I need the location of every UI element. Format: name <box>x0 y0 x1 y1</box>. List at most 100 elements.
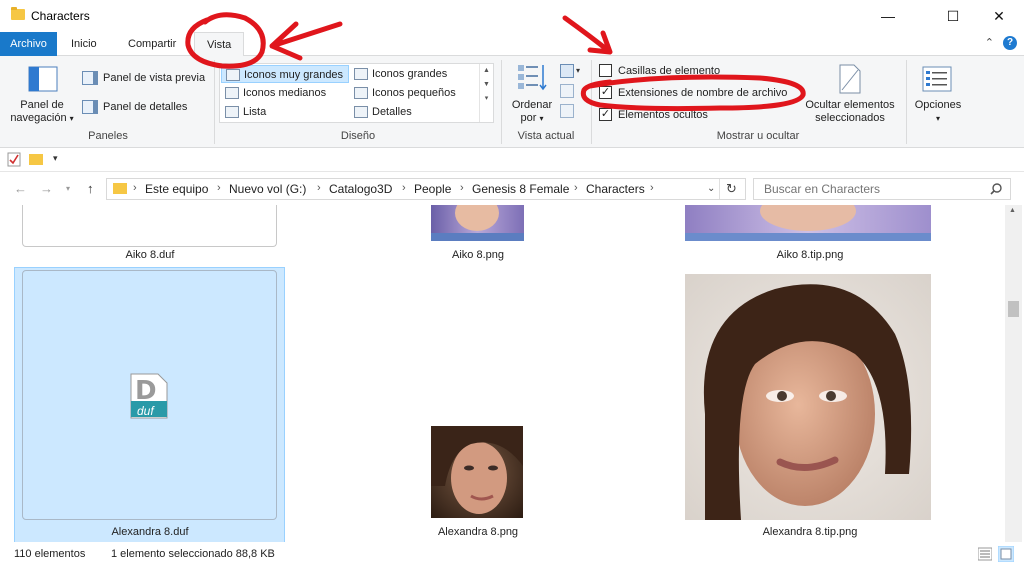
breadcrumb-this-pc[interactable]: Este equipo <box>145 182 208 196</box>
customize-toolbar-icon[interactable]: ▾ <box>53 153 58 164</box>
forward-arrow-icon[interactable]: → <box>40 181 53 196</box>
item-checkboxes-label: Casillas de elemento <box>618 64 721 77</box>
hide-selected-label-1: Ocultar elementos <box>805 99 895 111</box>
search-box[interactable] <box>753 178 1011 200</box>
group-label-show-hide: Mostrar u ocultar <box>716 130 800 142</box>
layout-details[interactable]: Detalles <box>350 103 478 121</box>
large-icons-view-icon[interactable] <box>998 546 1014 562</box>
maximize-button[interactable]: ☐ <box>930 0 976 32</box>
group-label-layout: Diseño <box>340 130 376 142</box>
options-button[interactable]: Opciones ▾ <box>906 99 970 125</box>
selection-info: 1 elemento seleccionado 88,8 KB <box>111 548 275 560</box>
preview-pane-button[interactable]: Panel de vista previa <box>82 71 205 85</box>
hidden-items-option[interactable]: ✓ Elementos ocultos <box>599 108 708 121</box>
layout-small-icons[interactable]: Iconos pequeños <box>350 84 478 102</box>
duf-badge-label: duf <box>137 404 154 418</box>
file-extensions-label: Extensiones de nombre de archivo <box>618 86 788 99</box>
navigation-pane-icon <box>28 66 58 92</box>
file-thumbnail[interactable] <box>22 205 277 247</box>
options-label: Opciones <box>914 99 962 111</box>
folder-icon <box>113 183 127 194</box>
aiko-png-thumbnail[interactable] <box>431 205 524 241</box>
ribbon-collapse-chevron-icon[interactable]: ⌃ <box>985 36 994 49</box>
file-name-alexandra-duf[interactable]: Alexandra 8.duf <box>20 526 280 538</box>
address-bar-row: ← → ▾ ↑ › Este equipo › Nuevo vol (G:) ›… <box>0 173 1024 205</box>
tab-view[interactable]: Vista <box>194 32 245 57</box>
hidden-items-checkbox[interactable]: ✓ <box>599 108 612 121</box>
refresh-icon[interactable]: ↻ <box>726 181 737 197</box>
breadcrumb-people[interactable]: People <box>414 182 451 196</box>
help-icon[interactable]: ? <box>1003 36 1017 50</box>
aiko-tip-thumbnail[interactable] <box>685 205 931 241</box>
breadcrumb-separator-icon[interactable]: › <box>460 182 464 194</box>
group-label-panes: Paneles <box>88 130 128 142</box>
minimize-button[interactable]: — <box>865 0 911 32</box>
properties-icon[interactable] <box>7 152 21 167</box>
group-separator <box>501 60 502 144</box>
search-icon[interactable] <box>990 183 1002 195</box>
add-columns-icon[interactable] <box>560 84 574 98</box>
layout-medium-icons[interactable]: Iconos medianos <box>221 84 349 102</box>
sort-by-button[interactable]: Ordenar por ▾ <box>504 99 560 125</box>
breadcrumb-genesis-8-female[interactable]: Genesis 8 Female <box>472 182 569 196</box>
scrollbar-thumb[interactable] <box>1008 301 1019 317</box>
preview-pane-icon <box>82 71 98 85</box>
breadcrumb-characters[interactable]: Characters <box>586 182 645 196</box>
breadcrumb-separator-icon[interactable]: › <box>133 182 137 194</box>
navigation-pane-button[interactable]: Panel de navegación ▾ <box>6 99 78 125</box>
alexandra-tip-thumbnail[interactable] <box>685 274 931 520</box>
breadcrumb-separator-icon[interactable]: › <box>217 182 221 194</box>
layout-large-icons[interactable]: Iconos grandes <box>350 65 478 83</box>
file-name-aiko-tip[interactable]: Aiko 8.tip.png <box>680 249 940 261</box>
breadcrumb-drive[interactable]: Nuevo vol (G:) <box>229 182 306 196</box>
hide-selected-label-2: seleccionados <box>815 112 885 124</box>
breadcrumb-catalogo3d[interactable]: Catalogo3D <box>329 182 392 196</box>
breadcrumb-separator-icon[interactable]: › <box>650 182 654 194</box>
group-separator <box>591 60 592 144</box>
up-arrow-icon[interactable]: ↑ <box>87 181 94 196</box>
gallery-scroll[interactable]: ▲ ▼ ▾ <box>479 64 493 122</box>
vertical-scrollbar[interactable]: ▲ <box>1005 205 1022 542</box>
options-icon <box>922 66 952 92</box>
scroll-up-arrow-icon[interactable]: ▲ <box>1009 207 1016 214</box>
address-dropdown-icon[interactable]: ⌄ <box>707 183 715 194</box>
details-pane-button[interactable]: Panel de detalles <box>82 100 187 114</box>
recent-dropdown-icon[interactable]: ▾ <box>66 184 70 193</box>
address-bar[interactable]: › Este equipo › Nuevo vol (G:) › Catalog… <box>106 178 746 200</box>
breadcrumb-separator-icon[interactable]: › <box>574 182 578 194</box>
new-folder-icon[interactable] <box>29 154 43 165</box>
file-extensions-option[interactable]: ✓ Extensiones de nombre de archivo <box>599 86 787 99</box>
alexandra-png-thumbnail[interactable] <box>431 426 523 518</box>
preview-pane-label: Panel de vista previa <box>103 72 206 84</box>
navigation-pane-label-2: navegación <box>10 112 67 124</box>
medium-icons-icon <box>225 87 239 99</box>
layout-list[interactable]: Lista <box>221 103 349 121</box>
breadcrumb-separator-icon[interactable]: › <box>402 182 406 194</box>
tab-share[interactable]: Compartir <box>116 32 188 56</box>
file-extensions-checkbox[interactable]: ✓ <box>599 86 612 99</box>
group-by-dropdown-icon[interactable]: ▾ <box>576 66 580 75</box>
tab-home[interactable]: Inicio <box>59 32 109 56</box>
hide-selected-items-button[interactable]: Ocultar elementos seleccionados <box>798 99 902 125</box>
large-icons-icon <box>354 68 368 80</box>
breadcrumb-separator-icon[interactable]: › <box>317 182 321 194</box>
file-name-aiko-png[interactable]: Aiko 8.png <box>348 249 608 261</box>
layout-extra-large-icons[interactable]: Iconos muy grandes <box>221 65 349 83</box>
hidden-items-label: Elementos ocultos <box>618 108 708 121</box>
tab-file[interactable]: Archivo <box>0 32 57 56</box>
size-columns-icon[interactable] <box>560 104 574 118</box>
item-checkboxes-option[interactable]: Casillas de elemento <box>599 64 720 77</box>
file-name-alexandra-png[interactable]: Alexandra 8.png <box>348 526 608 538</box>
search-input[interactable] <box>754 179 984 199</box>
details-view-icon[interactable] <box>978 547 992 561</box>
details-icon <box>354 106 368 118</box>
details-pane-icon <box>82 100 98 114</box>
back-arrow-icon[interactable]: ← <box>14 181 27 196</box>
item-checkboxes-checkbox[interactable] <box>599 64 612 77</box>
file-name-aiko-duf[interactable]: Aiko 8.duf <box>20 249 280 261</box>
close-button[interactable]: ✕ <box>976 0 1022 32</box>
group-by-icon[interactable] <box>560 64 574 78</box>
quick-access-toolbar: ▾ <box>0 148 1024 172</box>
file-name-alexandra-tip[interactable]: Alexandra 8.tip.png <box>680 526 940 538</box>
window-title: Characters <box>31 9 90 23</box>
